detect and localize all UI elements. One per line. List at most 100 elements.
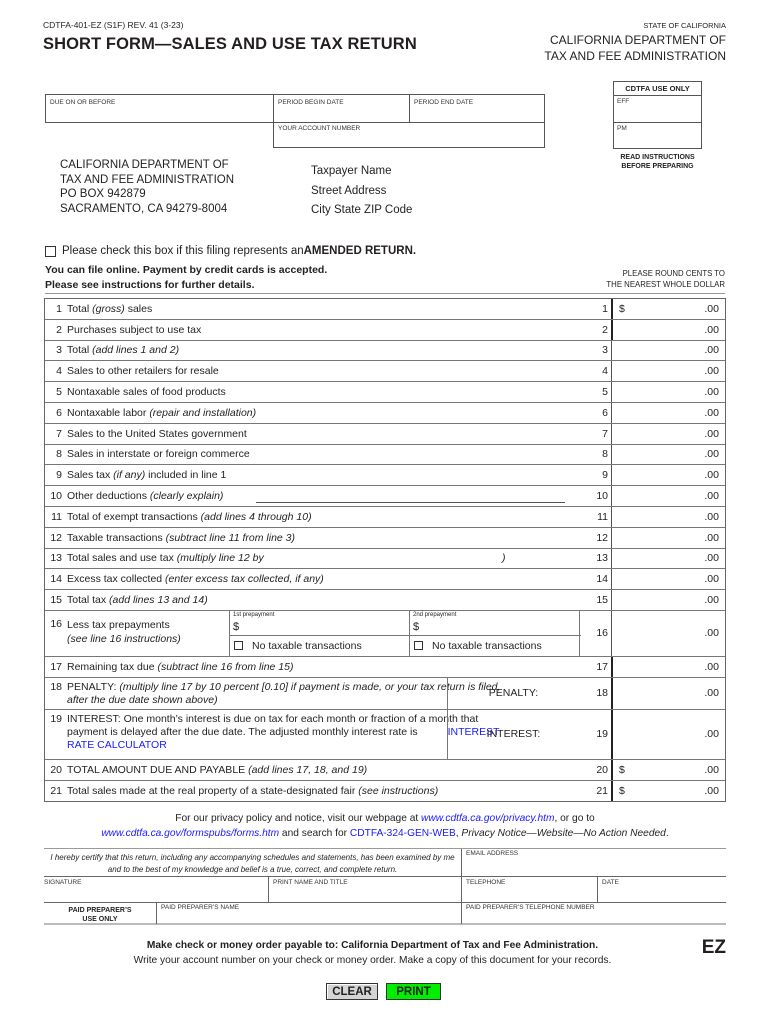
line-amount-input[interactable]: .00	[611, 709, 725, 759]
line-amount-input[interactable]: .00	[611, 548, 725, 569]
amount-cents: .00	[704, 448, 719, 461]
line-amount-input[interactable]: .00	[611, 361, 725, 382]
line-text: included in line 1	[145, 469, 227, 482]
privacy-link[interactable]: www.cdtfa.ca.gov/privacy.htm	[421, 813, 554, 824]
line-text: Total of exempt transactions	[67, 510, 201, 523]
line-note: (see instructions)	[358, 784, 439, 797]
amount-cents: .00	[704, 344, 719, 357]
agency-line-1: CALIFORNIA DEPARTMENT OF	[549, 33, 726, 47]
line-amount-input[interactable]: .00	[611, 423, 725, 444]
line-number-right: 5	[602, 386, 608, 399]
divider	[45, 293, 725, 294]
line-amount-input[interactable]: .00	[611, 444, 725, 465]
publication-link[interactable]: CDTFA-324-GEN-WEB	[350, 828, 456, 839]
explanation-input[interactable]	[256, 501, 565, 503]
preparer-phone-field[interactable]: PAID PREPARER’S TELEPHONE NUMBER	[461, 902, 726, 924]
email-field[interactable]: EMAIL ADDRESS	[461, 849, 726, 876]
amount-cents: .00	[704, 302, 719, 315]
no-taxable-label: No taxable transactions	[432, 639, 542, 652]
line-amount-input[interactable]: .00	[611, 656, 725, 677]
clear-button[interactable]: CLEAR	[326, 983, 378, 1000]
amount-cents: .00	[704, 594, 719, 607]
line-amount-input[interactable]: .00	[611, 610, 725, 656]
mailing-address: CALIFORNIA DEPARTMENT OF TAX AND FEE ADM…	[60, 158, 234, 216]
line-text: Remaining tax due	[67, 660, 158, 673]
tax-line-row: 5 Nontaxable sales of food products 5 .0…	[45, 382, 725, 403]
line-number: 18	[50, 680, 62, 693]
line-number-right: 18	[596, 687, 608, 700]
taxpayer-city: City State ZIP Code	[311, 204, 413, 216]
round-note-line-1: PLEASE ROUND CENTS TO	[622, 269, 725, 278]
line-amount-input[interactable]: .00	[611, 527, 725, 548]
due-date-field[interactable]: DUE ON OR BEFORE	[45, 94, 274, 123]
line-number-right: 17	[596, 660, 608, 673]
tax-rate-input[interactable]	[345, 551, 495, 567]
read-instructions-note: READ INSTRUCTIONS BEFORE PREPARING	[610, 153, 705, 171]
line-number-right: 8	[602, 448, 608, 461]
line-amount-input[interactable]: .00	[611, 465, 725, 486]
certification-block: I hereby certify that this return, inclu…	[44, 848, 726, 925]
no-taxable-checkbox-1[interactable]	[234, 641, 243, 651]
print-name-label: PRINT NAME AND TITLE	[273, 879, 348, 886]
rate-close-paren: )	[502, 552, 506, 565]
line-number-right: 12	[596, 531, 608, 544]
line-amount-input[interactable]: $ .00	[611, 759, 725, 780]
line-note: (add lines 1 and 2)	[92, 344, 180, 357]
line-amount-input[interactable]: .00	[611, 340, 725, 361]
amount-cents: .00	[704, 687, 719, 700]
period-begin-label: PERIOD BEGIN DATE	[278, 99, 344, 106]
line-text: Nontaxable sales of food products	[67, 386, 226, 399]
line-number-right: 10	[596, 490, 608, 503]
no-taxable-checkbox-2[interactable]	[414, 641, 423, 651]
amended-return-checkbox[interactable]	[45, 245, 56, 257]
account-number-field[interactable]: YOUR ACCOUNT NUMBER	[273, 122, 545, 148]
telephone-field[interactable]: TELEPHONE	[461, 876, 597, 902]
line-amount-input[interactable]: .00	[611, 319, 725, 340]
second-prepayment-input[interactable]: 2nd prepayment $	[410, 611, 581, 636]
tax-line-row: 6 Nontaxable labor (repair and installat…	[45, 402, 725, 424]
privacy-notice: For our privacy policy and notice, visit…	[0, 811, 770, 841]
mailing-line: CALIFORNIA DEPARTMENT OF	[60, 159, 229, 171]
line-number: 14	[50, 573, 62, 586]
line-note: (if any)	[113, 469, 146, 482]
line-amount-input[interactable]: .00	[611, 590, 725, 610]
due-date-label: DUE ON OR BEFORE	[50, 99, 116, 106]
preparer-name-field[interactable]: PAID PREPARER’S NAME	[156, 902, 461, 924]
print-button[interactable]: PRINT	[386, 983, 441, 1000]
line-amount-input[interactable]: $ .00	[611, 299, 725, 319]
period-begin-field[interactable]: PERIOD BEGIN DATE	[273, 94, 410, 123]
tax-line-row-21: 21 Total sales made at the real property…	[45, 780, 725, 802]
amount-cents: .00	[704, 365, 719, 378]
line-amount-input[interactable]: .00	[611, 677, 725, 709]
line-amount-input[interactable]: .00	[611, 569, 725, 590]
line-number: 16	[50, 617, 62, 630]
tax-line-row: 14 Excess tax collected (enter excess ta…	[45, 569, 725, 591]
line-text: Taxable transactions	[67, 531, 166, 544]
line-text: Total	[67, 344, 93, 357]
line-number: 2	[56, 323, 62, 336]
line-amount-input[interactable]: .00	[611, 402, 725, 423]
mailing-line: SACRAMENTO, CA 94279-8004	[60, 202, 228, 215]
line-amount-input[interactable]: .00	[611, 486, 725, 506]
round-note-line-2: THE NEAREST WHOLE DOLLAR	[606, 280, 725, 289]
agency-name: CALIFORNIA DEPARTMENT OF TAX AND FEE ADM…	[544, 32, 726, 64]
line-amount-input[interactable]: $ .00	[611, 780, 725, 802]
dollar-sign: $	[233, 620, 240, 633]
date-field[interactable]: DATE	[597, 876, 726, 902]
forms-link[interactable]: www.cdtfa.ca.gov/formspubs/forms.htm	[101, 828, 279, 839]
amount-cents: .00	[704, 490, 719, 503]
period-end-field[interactable]: PERIOD END DATE	[409, 94, 545, 123]
cdtfa-use-only-box: CDTFA USE ONLY EFF PM	[613, 81, 702, 149]
date-label: DATE	[602, 879, 619, 886]
signature-field[interactable]: SIGNATURE	[44, 876, 268, 902]
line-number: 11	[51, 510, 62, 523]
print-name-field[interactable]: PRINT NAME AND TITLE	[268, 876, 461, 902]
preparer-use-line-1: PAID PREPARER’S	[68, 907, 132, 914]
line-amount-input[interactable]: .00	[611, 382, 725, 402]
line-number: 20	[50, 763, 62, 776]
tax-line-row: 15 Total tax (add lines 13 and 14) 15 .0…	[45, 590, 725, 611]
line-amount-input[interactable]: .00	[611, 506, 725, 527]
first-prepayment-input[interactable]: 1st prepayment $	[230, 611, 409, 636]
dollar-sign: $	[619, 763, 625, 776]
email-label: EMAIL ADDRESS	[466, 850, 519, 857]
